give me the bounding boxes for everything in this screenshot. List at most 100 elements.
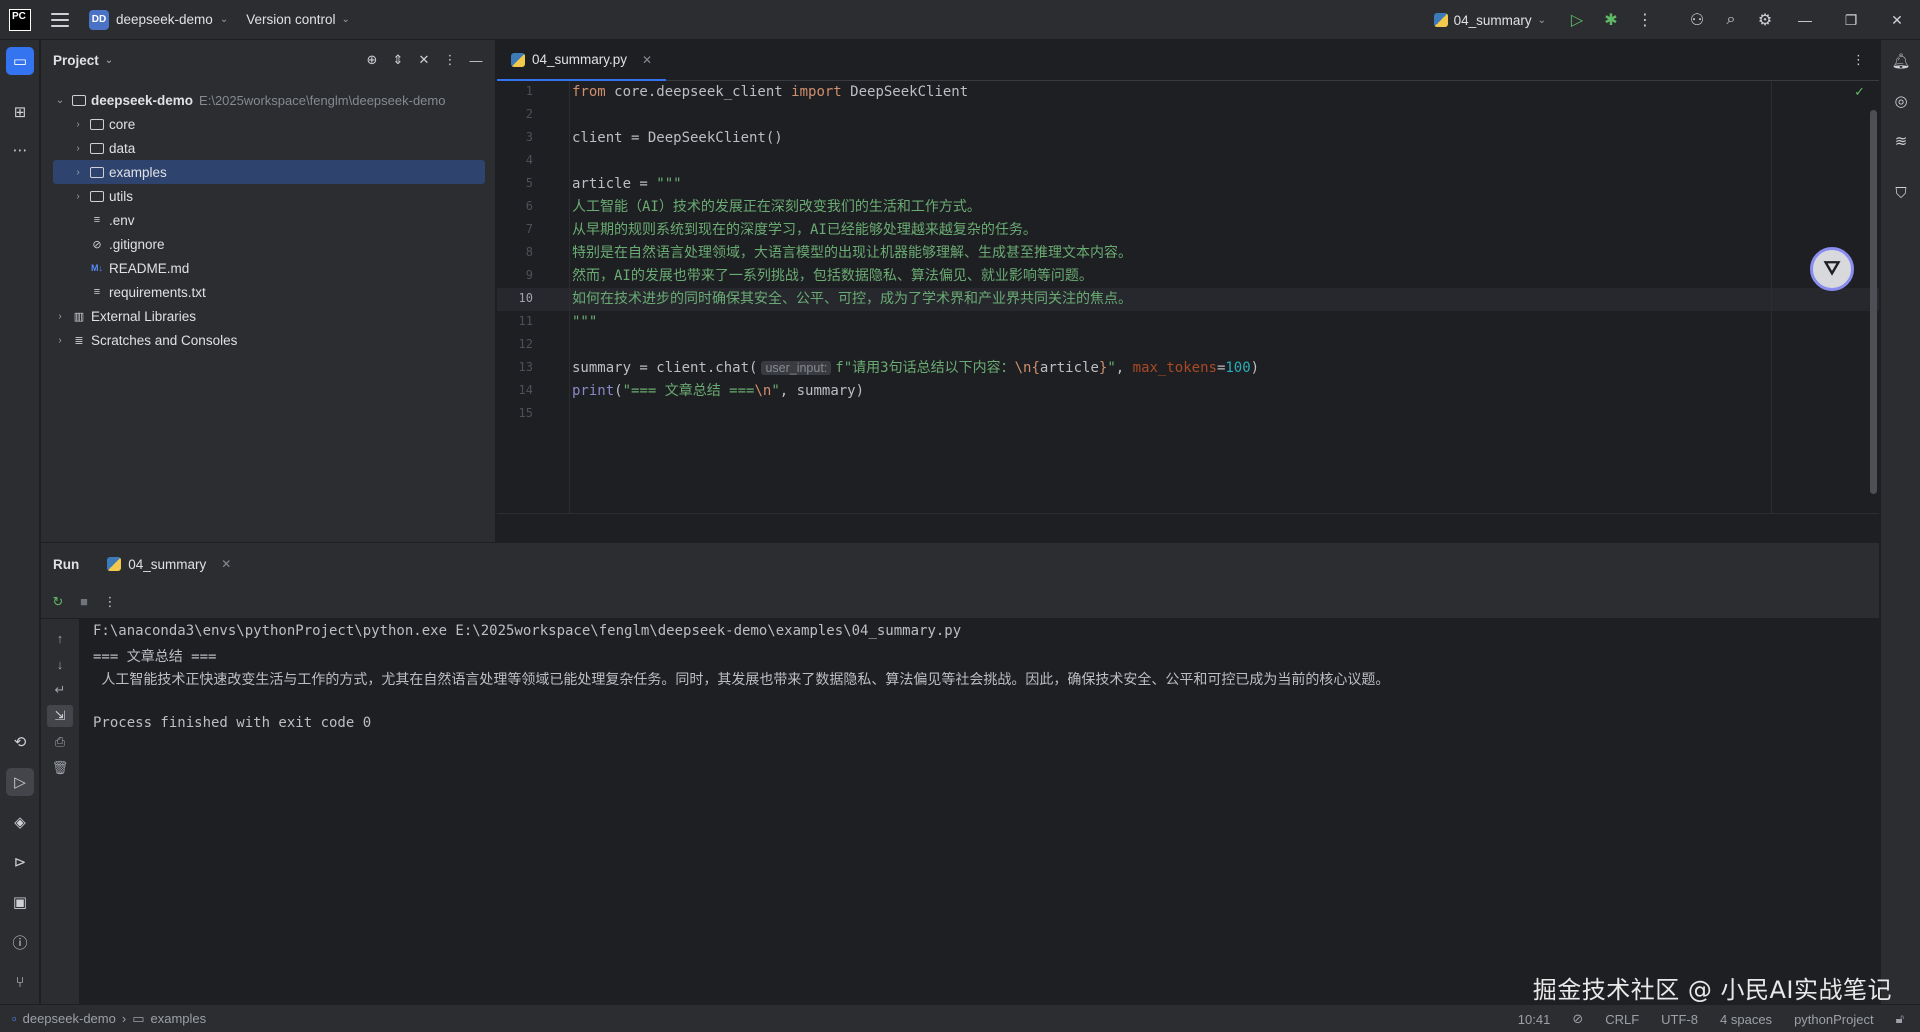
breadcrumb-folder[interactable]: examples: [150, 1011, 206, 1026]
line-number: 12: [518, 337, 533, 351]
chevron-right-icon[interactable]: ›: [71, 143, 85, 154]
tree-item-requirements[interactable]: ≡ requirements.txt: [41, 280, 495, 304]
git-tool-icon[interactable]: ⑂: [6, 968, 34, 996]
line-number: 15: [518, 406, 533, 420]
console-output[interactable]: F:\anaconda3\envs\pythonProject\python.e…: [79, 619, 1879, 1004]
title-bar: PC DD deepseek-demo ⌄ Version control ⌄ …: [0, 0, 1920, 40]
more-options-icon[interactable]: ⋮: [97, 594, 123, 610]
chevron-right-icon[interactable]: ›: [71, 167, 85, 178]
layers-tool-icon[interactable]: ◈: [6, 808, 34, 836]
tree-item-gitignore[interactable]: ⊘ .gitignore: [41, 232, 495, 256]
run-tab-04-summary[interactable]: 04_summary ✕: [107, 557, 231, 572]
line-number: 4: [525, 153, 533, 167]
problems-tool-icon[interactable]: ⓘ: [6, 928, 34, 956]
tree-external-libraries[interactable]: › ▥ External Libraries: [41, 304, 495, 328]
line-number: 9: [525, 268, 533, 282]
rerun-icon[interactable]: ↻: [45, 594, 71, 610]
settings-gear-icon[interactable]: ⚙: [1748, 0, 1782, 40]
line-separator[interactable]: CRLF: [1605, 1012, 1639, 1027]
chevron-right-icon[interactable]: ›: [71, 119, 85, 130]
scroll-down-icon[interactable]: ↓: [47, 653, 73, 675]
right-tool-strip: 🔔︎ ◎ ≋ ⛉: [1880, 40, 1920, 1004]
lock-icon[interactable]: 🔓︎: [1896, 1011, 1904, 1027]
run-config-selector[interactable]: 04_summary ⌄: [1433, 13, 1546, 28]
tree-item-label: core: [109, 116, 136, 132]
indent-setting[interactable]: 4 spaces: [1720, 1012, 1772, 1027]
folder-icon: [89, 118, 105, 131]
minimize-window-button[interactable]: —: [1782, 0, 1828, 40]
parameter-hint: user_input:: [761, 361, 832, 375]
tree-item-label: .gitignore: [109, 236, 165, 252]
close-window-button[interactable]: ✕: [1874, 0, 1920, 40]
close-tab-icon[interactable]: ✕: [642, 53, 652, 67]
expand-all-icon[interactable]: ⇕: [387, 52, 409, 68]
library-icon: ▥: [73, 310, 85, 323]
notifications-icon[interactable]: 🔔︎: [1887, 47, 1915, 75]
database-icon[interactable]: ≋: [1887, 127, 1915, 155]
soft-wrap-icon[interactable]: ↵: [47, 679, 73, 701]
terminal-tool-icon[interactable]: ▣: [6, 888, 34, 916]
breadcrumb-project[interactable]: deepseek-demo: [23, 1011, 116, 1026]
tree-root[interactable]: ⌄ deepseek-demo E:\2025workspace\fenglm\…: [41, 88, 495, 112]
stop-icon[interactable]: ■: [71, 594, 97, 609]
project-panel: Project ⌄ ⊕ ⇕ ✕ ⋮ — ⌄ deepseek-demo E:\2…: [41, 40, 496, 542]
tree-item-utils[interactable]: › utils: [41, 184, 495, 208]
pycharm-logo-icon[interactable]: PC: [9, 8, 31, 31]
run-tool-icon[interactable]: ▷: [6, 768, 34, 796]
debug-icon[interactable]: ✱: [1594, 0, 1628, 40]
editor-vertical-scrollbar[interactable]: [1870, 110, 1877, 494]
chevron-down-icon[interactable]: ⌄: [53, 95, 67, 106]
file-encoding[interactable]: UTF-8: [1661, 1012, 1698, 1027]
scroll-up-icon[interactable]: ↑: [47, 627, 73, 649]
python-packages-icon[interactable]: ⟲: [6, 728, 34, 756]
tree-item-examples[interactable]: › examples: [53, 160, 485, 184]
services-tool-icon[interactable]: ⊳: [6, 848, 34, 876]
no-problems-check-icon[interactable]: ✓: [1854, 84, 1865, 100]
breadcrumb: ▫ deepseek-demo › ▭ examples: [0, 1011, 206, 1027]
tree-item-core[interactable]: › core: [41, 112, 495, 136]
tree-scratches[interactable]: › ≣ Scratches and Consoles: [41, 328, 495, 352]
search-icon[interactable]: ⌕: [1714, 0, 1748, 40]
left-tool-strip: ▭ ⊞ ⋯ ⟲ ▷ ◈ ⊳ ▣ ⓘ ⑂: [0, 40, 40, 1004]
locate-file-icon[interactable]: ⊕: [361, 52, 383, 68]
print-icon[interactable]: ⎙: [47, 731, 73, 753]
tabs-more-icon[interactable]: ⋮: [1852, 52, 1865, 68]
hide-panel-icon[interactable]: —: [465, 53, 487, 68]
project-tool-icon[interactable]: ▭: [6, 47, 34, 75]
ai-assistant-icon[interactable]: ◎: [1887, 87, 1915, 115]
project-panel-title[interactable]: Project: [53, 53, 99, 68]
options-icon[interactable]: ⋮: [439, 52, 461, 68]
tree-item-env[interactable]: ≡ .env: [41, 208, 495, 232]
tree-item-readme[interactable]: M↓ README.md: [41, 256, 495, 280]
chevron-down-icon[interactable]: ⌄: [105, 55, 113, 66]
more-tools-icon[interactable]: ⋯: [6, 136, 34, 164]
ai-assistant-badge-icon[interactable]: ⛛: [1810, 247, 1854, 291]
run-panel-title[interactable]: Run: [53, 557, 79, 572]
main-menu-icon[interactable]: [51, 12, 69, 27]
scroll-to-end-icon[interactable]: ⇲: [47, 705, 73, 727]
security-shield-icon[interactable]: ⛉: [1887, 179, 1915, 207]
clear-all-trash-icon[interactable]: 🗑︎: [47, 757, 73, 779]
run-icon[interactable]: ▷: [1560, 0, 1594, 40]
close-tab-icon[interactable]: ✕: [221, 557, 231, 571]
structure-tool-icon[interactable]: ⊞: [6, 98, 34, 126]
more-actions-icon[interactable]: ⋮: [1628, 0, 1662, 40]
inspection-off-icon[interactable]: ⊘: [1572, 1011, 1583, 1027]
tree-item-data[interactable]: › data: [41, 136, 495, 160]
project-switcher[interactable]: DD deepseek-demo ⌄: [89, 9, 228, 30]
chevron-right-icon[interactable]: ›: [53, 311, 67, 322]
restore-window-button[interactable]: ❐: [1828, 0, 1874, 40]
chevron-right-icon[interactable]: ›: [71, 191, 85, 202]
code-with-me-icon[interactable]: ⚇: [1680, 0, 1714, 40]
tab-04-summary[interactable]: 04_summary.py ✕: [497, 40, 667, 81]
caret-position[interactable]: 10:41: [1518, 1012, 1551, 1027]
collapse-all-icon[interactable]: ✕: [413, 52, 435, 68]
chevron-down-icon: ⌄: [1537, 14, 1546, 26]
python-file-icon: [511, 52, 525, 67]
chevron-right-icon[interactable]: ›: [53, 335, 67, 346]
vcs-widget[interactable]: Version control ⌄: [246, 12, 350, 27]
python-interpreter[interactable]: pythonProject: [1794, 1012, 1874, 1027]
folder-icon: [89, 190, 105, 203]
line-number: 14: [518, 383, 533, 397]
console-line: === 文章总结 ===: [93, 649, 217, 665]
